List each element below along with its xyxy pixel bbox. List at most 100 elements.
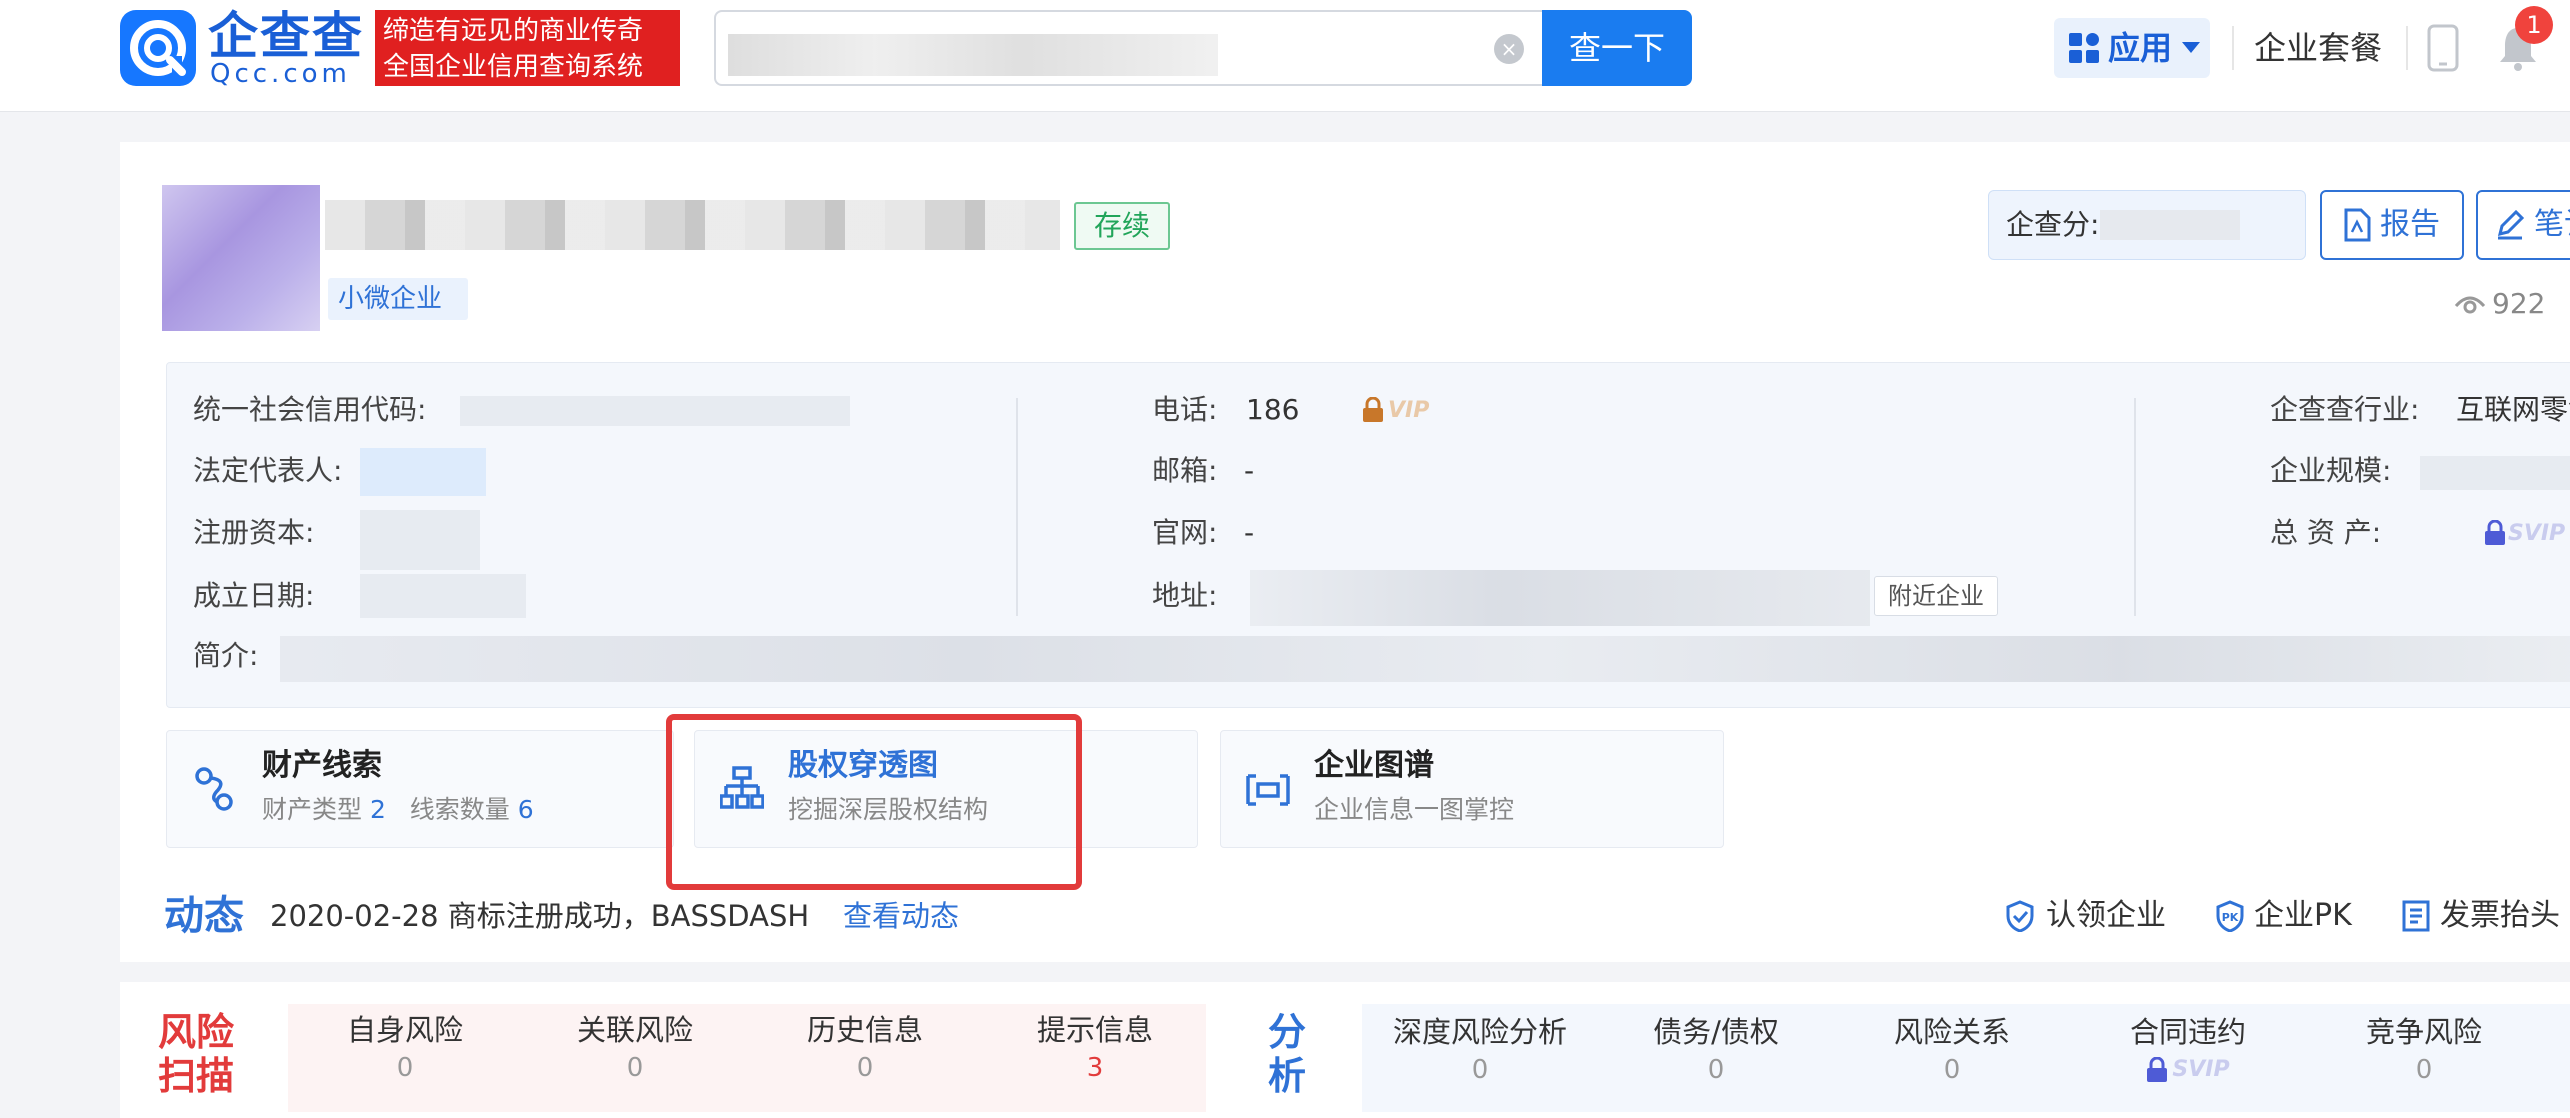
score-label: 企查分:: [2006, 208, 2100, 241]
qcc-logo-icon[interactable]: [120, 10, 196, 86]
company-graph-title: 企业图谱: [1314, 748, 1434, 783]
total-assets-label: 总 资 产:: [2270, 516, 2382, 549]
apps-label: 应用: [2108, 29, 2173, 67]
asset-type-count[interactable]: 2: [370, 795, 386, 824]
website-label: 官网:: [1152, 516, 1218, 549]
enterprise-package-link[interactable]: 企业套餐: [2254, 24, 2382, 72]
highlight-box: [666, 714, 1082, 890]
analysis-item-deep-risk[interactable]: 深度风险分析 0: [1362, 1012, 1598, 1088]
column-divider: [2134, 398, 2136, 616]
analysis-item-competition[interactable]: 竞争风险 0: [2306, 1012, 2542, 1088]
svg-text:PK: PK: [2222, 911, 2239, 924]
risk-item-label: 提示信息: [1036, 1013, 1153, 1047]
logo-text[interactable]: 企查查: [208, 8, 364, 64]
lock-icon[interactable]: [2484, 520, 2506, 546]
intro-text-redacted: [280, 636, 2570, 682]
phone-value: 186: [1246, 393, 1300, 426]
claim-company-link[interactable]: 认领企业: [2046, 896, 2166, 936]
risk-item-notice[interactable]: 提示信息 3: [980, 1010, 1210, 1086]
vip-mark[interactable]: VIP: [1388, 391, 1429, 431]
analysis-item-value: 0: [1471, 1055, 1489, 1085]
credit-code-label: 统一社会信用代码:: [193, 393, 427, 426]
logo-domain: Qcc.com: [210, 59, 351, 89]
report-pdf-icon: [2342, 208, 2372, 242]
founded-date-redacted: [360, 574, 526, 618]
scale-value-redacted: [2420, 456, 2570, 490]
pk-shield-icon: PK: [2214, 900, 2246, 932]
analysis-item-locked: SVIP: [2070, 1052, 2306, 1088]
score-value-redacted: [2100, 210, 2240, 240]
status-badge: 存续: [1074, 202, 1170, 250]
nav-divider: [2406, 26, 2408, 70]
industry-value: 互联网零售: [2456, 393, 2570, 426]
dynamic-title: 动态: [164, 893, 244, 939]
svip-mark[interactable]: SVIP: [2508, 514, 2565, 554]
notification-badge[interactable]: 1: [2515, 6, 2553, 44]
slogan-line-1: 缔造有远见的商业传奇: [383, 16, 644, 46]
reg-capital-label: 注册资本:: [193, 516, 315, 549]
risk-item-value: 0: [856, 1053, 874, 1083]
address-value-redacted: [1250, 570, 1870, 626]
caret-down-icon: [2182, 42, 2200, 53]
industry-label: 企查查行业:: [2270, 393, 2420, 426]
risk-item-self[interactable]: 自身风险 0: [290, 1010, 520, 1086]
credit-code-redacted: [460, 396, 850, 426]
address-label: 地址:: [1152, 579, 1218, 612]
apps-grid-icon: [2068, 32, 2100, 64]
nearby-companies-button[interactable]: 附近企业: [1874, 576, 1998, 616]
email-value: -: [1244, 454, 1255, 487]
invoice-icon: [2400, 900, 2432, 932]
legal-rep-redacted[interactable]: [360, 448, 486, 496]
asset-clue-card[interactable]: [166, 730, 674, 848]
risk-item-label: 历史信息: [806, 1013, 923, 1047]
risk-item-label: 关联风险: [576, 1013, 693, 1047]
analysis-item-label: 竞争风险: [2365, 1015, 2482, 1049]
lock-icon: [2146, 1057, 2168, 1083]
analysis-item-label: 合同违约: [2129, 1015, 2246, 1049]
edit-pen-icon: [2494, 208, 2526, 240]
company-logo: [162, 185, 320, 331]
phone-device-icon[interactable]: [2426, 24, 2460, 72]
analysis-item-label: 风险关系: [1893, 1015, 2010, 1049]
analysis-title: 分析: [1268, 1010, 1307, 1098]
company-graph-icon: [1246, 770, 1290, 810]
risk-item-related[interactable]: 关联风险 0: [520, 1010, 750, 1086]
intro-label: 简介:: [193, 639, 259, 672]
risk-scan-title: 风险扫描: [158, 1010, 235, 1098]
analysis-item-value: 0: [1943, 1055, 1961, 1085]
founded-date-label: 成立日期:: [193, 579, 315, 612]
website-value: -: [1244, 516, 1255, 549]
company-type-tag: 小微企业: [328, 278, 468, 320]
legal-rep-label: 法定代表人:: [193, 454, 343, 487]
svip-mark: SVIP: [2172, 1057, 2230, 1082]
analysis-item-value: 0: [1707, 1055, 1725, 1085]
company-pk-link[interactable]: 企业PK: [2254, 896, 2352, 936]
search-query-redacted: [728, 34, 1218, 76]
company-graph-card[interactable]: [1220, 730, 1724, 848]
asset-type-label: 财产类型: [262, 795, 363, 824]
company-name-redacted: [325, 200, 1060, 250]
risk-item-value: 3: [1086, 1053, 1104, 1083]
invoice-title-link[interactable]: 发票抬头: [2440, 896, 2560, 936]
column-divider: [1016, 398, 1018, 616]
view-dynamic-link[interactable]: 查看动态: [843, 896, 959, 936]
clue-count[interactable]: 6: [518, 795, 534, 824]
nav-divider: [2232, 26, 2234, 70]
phone-label: 电话:: [1152, 393, 1218, 426]
analysis-item-value: 0: [2415, 1055, 2433, 1085]
slogan-line-2: 全国企业信用查询系统: [383, 52, 644, 82]
analysis-item-label: 债务/债权: [1653, 1015, 1779, 1049]
risk-item-value: 0: [626, 1053, 644, 1083]
dynamic-text: 2020-02-28 商标注册成功，BASSDASH: [270, 899, 810, 933]
analysis-item-risk-relation[interactable]: 风险关系 0: [1834, 1012, 2070, 1088]
risk-item-history[interactable]: 历史信息 0: [750, 1010, 980, 1086]
asset-clue-icon: [192, 764, 236, 814]
analysis-item-contract-breach[interactable]: 合同违约 SVIP: [2070, 1012, 2306, 1088]
lock-icon[interactable]: [1362, 397, 1384, 423]
analysis-item-label: 深度风险分析: [1392, 1015, 1567, 1049]
search-button[interactable]: 查一下: [1542, 10, 1692, 86]
scale-label: 企业规模:: [2270, 454, 2392, 487]
slogan-banner: 缔造有远见的商业传奇 全国企业信用查询系统: [375, 10, 680, 86]
search-clear-icon[interactable]: ×: [1494, 34, 1524, 64]
analysis-item-debt[interactable]: 债务/债权 0: [1598, 1012, 1834, 1088]
